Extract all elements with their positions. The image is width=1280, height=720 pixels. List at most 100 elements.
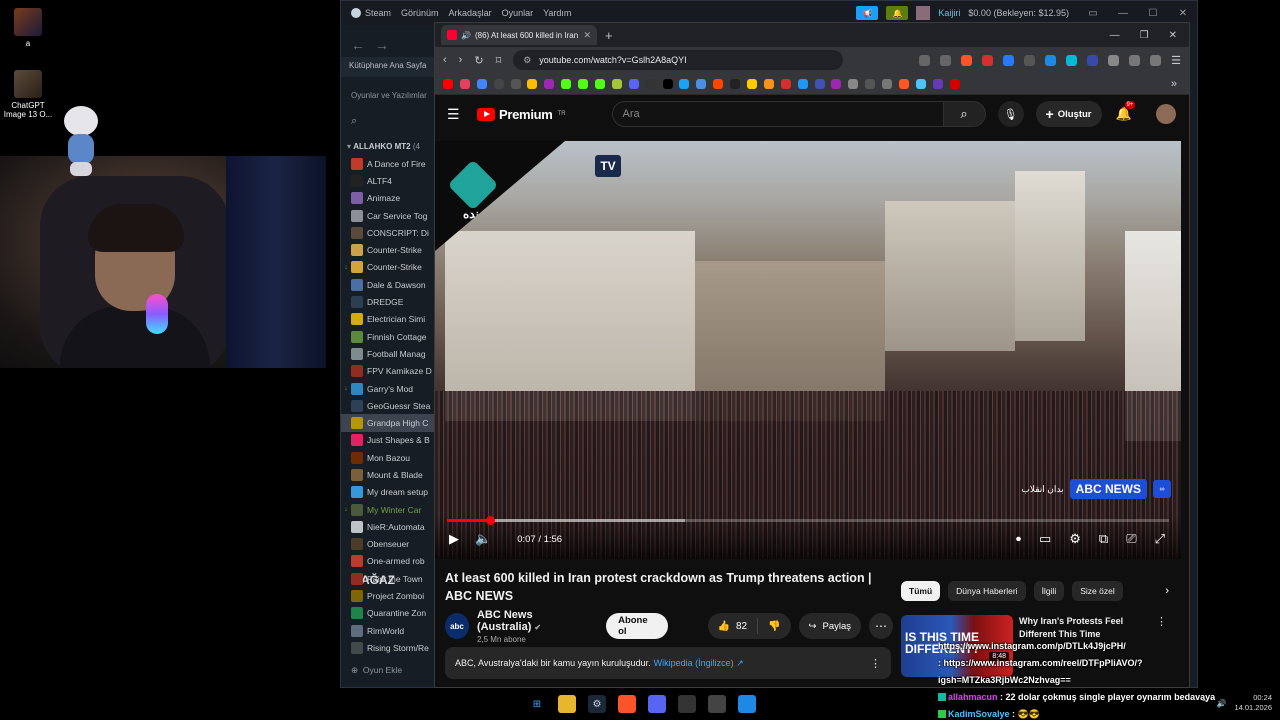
more-vertical-icon[interactable]: ⋮ [1156, 615, 1167, 628]
extension-icon[interactable] [1003, 54, 1015, 66]
game-list-item[interactable]: Mon Bazou [341, 449, 435, 466]
discord-icon[interactable] [648, 695, 666, 713]
game-list-item[interactable]: Project Zomboi [341, 587, 435, 604]
chevron-right-icon[interactable]: › [1165, 585, 1169, 597]
bookmark-favicon-icon[interactable] [561, 78, 572, 89]
bookmark-favicon-icon[interactable] [763, 78, 774, 89]
share-icon[interactable] [940, 54, 952, 66]
desktop-icon-a[interactable]: a [2, 8, 54, 48]
autoplay-toggle-icon[interactable]: ⏺ [1016, 534, 1021, 545]
wallet-icon[interactable] [1150, 54, 1162, 66]
chip-world-news[interactable]: Dünya Haberleri [948, 581, 1026, 601]
windows-start-icon[interactable]: ⊞ [528, 695, 546, 713]
bookmark-favicon-icon[interactable] [831, 78, 842, 89]
notifications-button[interactable]: 🔔 9+ [1116, 101, 1136, 122]
screen-icon[interactable]: ▭ [1087, 8, 1099, 19]
back-icon[interactable]: ‹ [443, 54, 447, 66]
bookmark-favicon-icon[interactable] [949, 78, 960, 89]
collection-header[interactable]: ▾ ALLAHKO MT2 (4 [341, 142, 435, 151]
game-list-item[interactable]: Electrician Simi [341, 311, 435, 328]
more-bookmarks-icon[interactable]: » [1171, 78, 1189, 90]
game-list-item[interactable]: RimWorld [341, 622, 435, 639]
chip-for-you[interactable]: Size özel [1072, 581, 1123, 601]
bookmark-icon[interactable]: ⌑ [496, 54, 502, 67]
extension-icon[interactable] [1087, 54, 1099, 66]
game-list-item[interactable]: FPV Kamikaze D [341, 363, 435, 380]
bookmark-favicon-icon[interactable] [797, 78, 808, 89]
description-box[interactable]: ABC, Avustralya'daki bir kamu yayın kuru… [445, 647, 891, 679]
game-list-item[interactable]: One-armed rob [341, 553, 435, 570]
bookmark-favicon-icon[interactable] [932, 78, 943, 89]
notifications-icon[interactable]: 🔔 [886, 6, 909, 20]
menu-help[interactable]: Yardım [543, 8, 571, 18]
browser-tab[interactable]: 🔊 (86) At least 600 killed in Iran ✕ [441, 25, 597, 45]
game-list-item[interactable]: Just Shapes & B [341, 432, 435, 449]
bookmark-favicon-icon[interactable] [865, 78, 876, 89]
menu-steam[interactable]: Steam [365, 8, 391, 18]
obs-icon[interactable] [678, 695, 696, 713]
bookmark-favicon-icon[interactable] [730, 78, 741, 89]
scrubber-handle[interactable] [486, 516, 496, 525]
like-button[interactable]: 👍 82 [708, 618, 759, 634]
chip-related[interactable]: İlgili [1033, 581, 1065, 601]
app-icon[interactable] [708, 695, 726, 713]
create-button[interactable]: + Oluştur [1035, 101, 1102, 127]
dislike-button[interactable]: 👎 [758, 621, 790, 632]
reload-icon[interactable]: ↻ [474, 54, 483, 67]
library-filter-dropdown[interactable]: Oyunlar ve Yazılımlar [341, 89, 435, 102]
more-actions-button[interactable]: ⋯ [869, 613, 893, 639]
video-player[interactable]: زنده TV بدان انقلاب ABC NEWS ∞ ▶ 🔈 0:07 … [435, 141, 1181, 559]
wifi-icon[interactable]: ⌔ [1201, 698, 1209, 708]
hamburger-menu-icon[interactable]: ☰ [447, 106, 471, 123]
game-list-item[interactable]: Mount & Blade [341, 466, 435, 483]
voice-search-button[interactable]: 🎙 [997, 101, 1024, 127]
game-list-item[interactable]: A Dance of Fire [341, 155, 435, 172]
progress-bar[interactable] [447, 516, 1169, 525]
extension-icon[interactable] [1024, 54, 1036, 66]
game-list-item[interactable]: Car Service Tog [341, 207, 435, 224]
game-list-item[interactable]: Football Manag [341, 345, 435, 362]
speaker-icon[interactable]: 🔊 [1216, 699, 1226, 708]
steam-icon[interactable]: ⚙ [588, 695, 606, 713]
close-icon[interactable]: ✕ [1169, 30, 1177, 41]
game-list-item[interactable]: DREDGE [341, 293, 435, 310]
extension-icon[interactable] [1066, 54, 1078, 66]
close-tab-icon[interactable]: ✕ [583, 30, 591, 41]
search-button[interactable]: ⌕ [943, 101, 986, 127]
account-avatar[interactable] [1155, 104, 1176, 124]
game-list-item[interactable]: NieR:Automata [341, 518, 435, 535]
pip-icon[interactable] [919, 54, 931, 66]
bookmark-favicon-icon[interactable] [848, 78, 859, 89]
brave-shield-icon[interactable] [961, 54, 973, 66]
bookmark-favicon-icon[interactable] [747, 78, 758, 89]
site-info-icon[interactable]: ⚙ [523, 55, 531, 66]
bookmark-favicon-icon[interactable] [459, 78, 470, 89]
sidebar-icon[interactable] [1129, 54, 1141, 66]
restore-icon[interactable]: ❐ [1140, 30, 1149, 41]
bookmark-favicon-icon[interactable] [882, 78, 893, 89]
game-list-item[interactable]: GeoGuessr Stea [341, 397, 435, 414]
menu-friends[interactable]: Arkadaşlar [449, 8, 492, 18]
channel-name-row[interactable]: ABC News (Australia) ✔ [477, 609, 590, 633]
search-input[interactable]: Ara [611, 101, 944, 127]
url-field[interactable]: ⚙ youtube.com/watch?v=Gslh2A8aQYI [513, 50, 844, 70]
game-list-item[interactable]: ↓ Garry's Mod [341, 380, 435, 397]
bookmark-favicon-icon[interactable] [628, 78, 639, 89]
game-list-item[interactable]: Paint the Town [341, 570, 435, 587]
bookmark-favicon-icon[interactable] [443, 78, 453, 89]
cast-icon[interactable]: ⎚ [1126, 531, 1136, 547]
channel-avatar[interactable]: abc [445, 613, 469, 639]
play-icon[interactable]: ▶ [449, 531, 459, 547]
settings-icon[interactable]: ⚙ [1069, 531, 1081, 547]
bookmark-favicon-icon[interactable] [645, 78, 656, 89]
more-vertical-icon[interactable]: ⋮ [870, 657, 881, 670]
game-list-item[interactable]: CONSCRIPT: Di [341, 224, 435, 241]
bookmark-favicon-icon[interactable] [527, 78, 538, 89]
game-list-item[interactable]: Obenseuer [341, 536, 435, 553]
announcements-icon[interactable]: 📢 [856, 6, 879, 20]
menu-games[interactable]: Oyunlar [502, 8, 534, 18]
bookmark-favicon-icon[interactable] [544, 78, 555, 89]
minimize-icon[interactable]: — [1110, 30, 1120, 41]
bookmark-favicon-icon[interactable] [578, 78, 589, 89]
menu-icon[interactable]: ☰ [1171, 54, 1181, 67]
